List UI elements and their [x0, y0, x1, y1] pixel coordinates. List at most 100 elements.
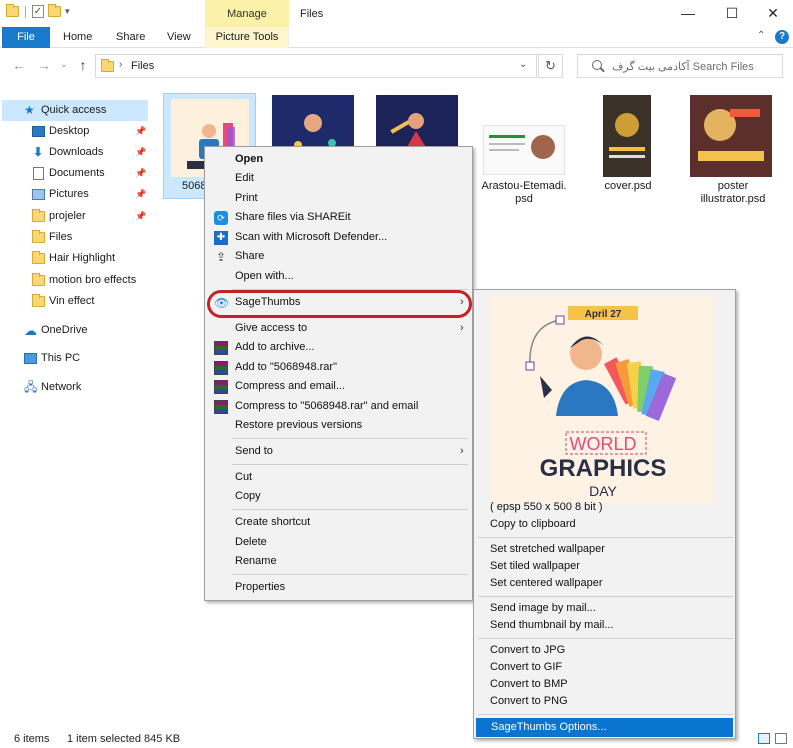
sidebar-item-quick-access[interactable]: ★ Quick access — [2, 100, 148, 121]
menu-item-copy-to-clipboard[interactable]: Copy to clipboard — [490, 516, 576, 533]
star-icon: ★ — [24, 103, 35, 117]
sidebar-item-hair-highlight[interactable]: Hair Highlight — [2, 248, 148, 269]
tab-view[interactable]: View — [167, 27, 191, 48]
file-thumbnail[interactable] — [603, 95, 651, 177]
status-selection: 1 item selected 845 KB — [67, 733, 181, 745]
desktop-icon — [32, 126, 45, 137]
menu-item-send-thumbnail-mail[interactable]: Send thumbnail by mail... — [490, 617, 614, 634]
back-button[interactable]: ← — [10, 56, 28, 74]
quick-access-toolbar: ✓ ▾ — [6, 4, 70, 18]
download-icon: ⬇ — [33, 145, 44, 159]
winrar-icon — [214, 400, 228, 414]
winrar-icon — [214, 361, 228, 375]
menu-item-stretched-wallpaper[interactable]: Set stretched wallpaper — [490, 541, 605, 558]
sidebar-item-label: OneDrive — [41, 324, 88, 336]
forward-button[interactable]: → — [35, 56, 53, 74]
collapse-ribbon-icon[interactable]: ⌃ — [757, 30, 765, 41]
menu-divider — [478, 638, 733, 639]
minimize-button[interactable]: — — [668, 4, 708, 24]
folder-icon — [32, 230, 45, 243]
menu-item-convert-png[interactable]: Convert to PNG — [490, 693, 568, 710]
menu-item-send-to[interactable]: Send to › — [207, 442, 470, 461]
sidebar-item-documents[interactable]: Documents 📌 — [2, 163, 148, 184]
documents-icon — [33, 167, 44, 180]
file-thumbnail[interactable] — [483, 125, 565, 175]
sidebar-item-files[interactable]: Files — [2, 227, 148, 248]
pin-icon: 📌 — [135, 126, 147, 136]
breadcrumb[interactable]: Files — [131, 60, 154, 72]
sidebar-item-label: Documents — [49, 167, 105, 179]
folder-icon — [32, 273, 45, 286]
menu-divider — [232, 574, 468, 575]
preview-date: April 27 — [585, 309, 622, 320]
sidebar-item-network[interactable]: 🖧 Network — [2, 377, 148, 398]
image-info-label: ( epsp 550 x 500 8 bit ) — [490, 501, 603, 513]
menu-divider — [232, 464, 468, 465]
sidebar-item-downloads[interactable]: ⬇ Downloads 📌 — [2, 142, 148, 163]
sagethumbs-highlight-ring — [207, 290, 472, 318]
pin-icon: 📌 — [135, 147, 147, 157]
share-icon: ⇪ — [215, 250, 227, 264]
toolbar-divider — [25, 5, 26, 18]
help-icon[interactable]: ? — [775, 30, 789, 44]
menu-item-convert-jpg[interactable]: Convert to JPG — [490, 642, 565, 659]
customize-toolbar-icon[interactable]: ▾ — [65, 6, 70, 17]
file-name[interactable]: Arastou-Etemadi. psd — [479, 180, 569, 206]
search-input[interactable]: آکادمی بیت گرف Search Files — [577, 54, 783, 78]
tab-share[interactable]: Share — [116, 27, 145, 48]
sidebar-item-this-pc[interactable]: This PC — [2, 348, 148, 369]
chevron-right-icon: › — [460, 445, 464, 457]
menu-item-tiled-wallpaper[interactable]: Set tiled wallpaper — [490, 558, 580, 575]
folder-icon[interactable] — [6, 4, 19, 17]
details-view-icon[interactable] — [758, 733, 770, 744]
recent-locations-icon[interactable]: ⌄ — [55, 56, 73, 74]
menu-item-centered-wallpaper[interactable]: Set centered wallpaper — [490, 575, 603, 592]
sidebar-item-desktop[interactable]: Desktop 📌 — [2, 121, 148, 142]
properties-icon[interactable]: ✓ — [32, 5, 44, 18]
ribbon-tabs: File Home Share View Picture Tools ⌃ ? — [0, 27, 793, 48]
sidebar-item-label: Hair Highlight — [49, 252, 116, 264]
file-name[interactable]: cover.psd — [583, 180, 673, 193]
file-name[interactable]: poster illustrator.psd — [688, 180, 778, 206]
manage-tab[interactable]: Manage — [205, 0, 289, 27]
menu-divider — [232, 509, 468, 510]
winrar-icon — [214, 380, 228, 394]
tab-file[interactable]: File — [2, 27, 50, 48]
menu-item-send-image-mail[interactable]: Send image by mail... — [490, 600, 596, 617]
up-button[interactable]: ↑ — [74, 56, 92, 74]
menu-item-convert-bmp[interactable]: Convert to BMP — [490, 676, 568, 693]
sidebar-item-label: Network — [41, 381, 82, 393]
sidebar-item-vin-effect[interactable]: Vin effect — [2, 291, 148, 312]
sidebar-item-motion-bro-effects[interactable]: motion bro effects — [2, 270, 148, 291]
folder-icon — [32, 294, 45, 307]
menu-item-convert-gif[interactable]: Convert to GIF — [490, 659, 562, 676]
pin-icon: 📌 — [135, 168, 147, 178]
chevron-down-icon[interactable]: ⌄ — [519, 59, 527, 70]
large-icons-view-icon[interactable] — [775, 733, 787, 744]
sagethumbs-submenu: April 27 WORLD GRAPHICS DAY ( epsp 550 x… — [473, 289, 736, 739]
menu-divider — [478, 714, 733, 715]
tab-picture-tools[interactable]: Picture Tools — [205, 27, 289, 48]
maximize-button[interactable]: ☐ — [712, 4, 752, 24]
sidebar-item-label: Files — [49, 231, 73, 243]
close-button[interactable]: ✕ — [753, 4, 793, 24]
new-folder-icon[interactable] — [48, 4, 61, 17]
image-preview: April 27 WORLD GRAPHICS DAY — [490, 296, 716, 504]
sidebar-item-label: Desktop — [49, 125, 90, 137]
menu-item-sagethumbs-options[interactable]: SageThumbs Options... — [476, 718, 733, 737]
context-menu: Open Edit Print ⟳ Share files via SHAREi… — [204, 146, 473, 601]
menu-divider — [478, 537, 733, 538]
pictures-icon — [32, 189, 45, 200]
tab-home[interactable]: Home — [63, 27, 92, 48]
chevron-right-icon: › — [460, 322, 464, 334]
menu-item-give-access[interactable]: Give access to › — [207, 319, 470, 338]
sidebar-item-projeler[interactable]: projeler 📌 — [2, 206, 148, 227]
sidebar-item-onedrive[interactable]: ☁ OneDrive — [2, 320, 148, 341]
chevron-right-icon[interactable]: › — [119, 59, 122, 70]
shareit-icon: ⟳ — [214, 211, 228, 225]
file-thumbnail[interactable] — [690, 95, 772, 177]
refresh-button[interactable]: ↻ — [538, 54, 563, 78]
pin-icon: 📌 — [135, 189, 147, 199]
address-bar[interactable]: › Files ⌄ — [95, 54, 537, 78]
sidebar-item-pictures[interactable]: Pictures 📌 — [2, 184, 148, 205]
